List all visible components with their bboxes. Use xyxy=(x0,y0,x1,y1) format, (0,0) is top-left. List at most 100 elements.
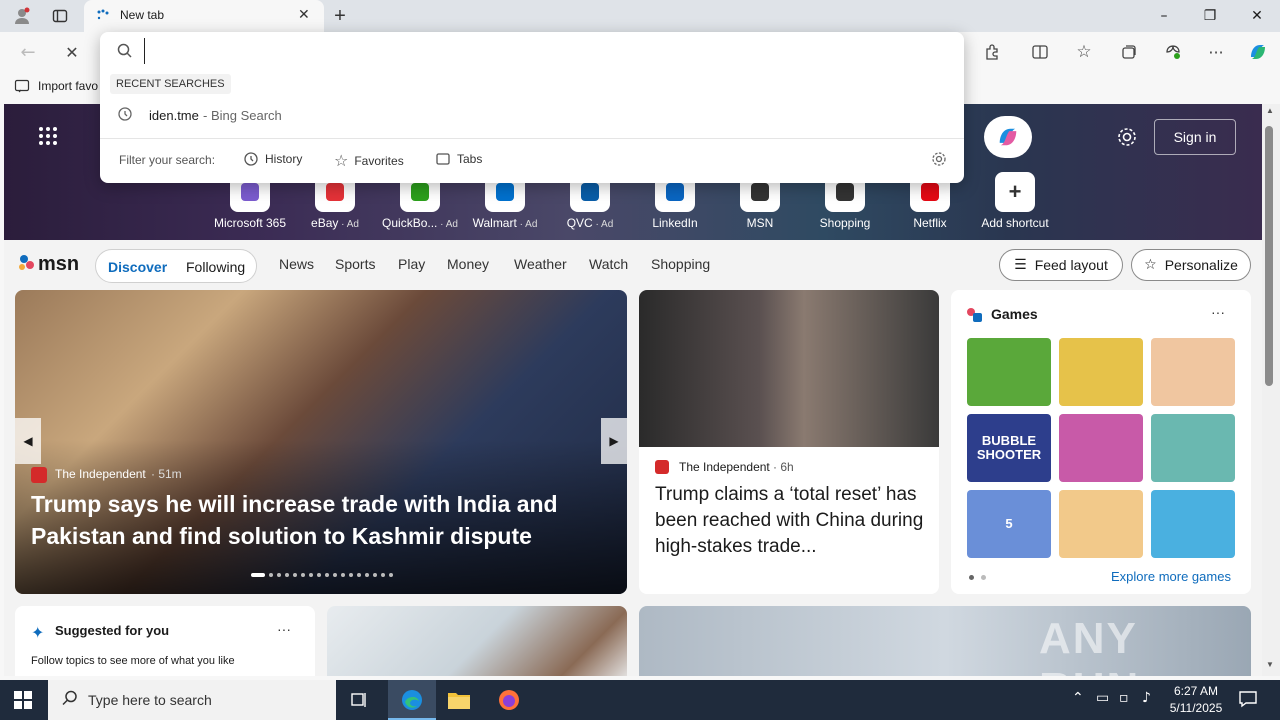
sign-in-button[interactable]: Sign in xyxy=(1154,119,1236,155)
recent-search-item[interactable]: iden.tme - Bing Search xyxy=(100,102,964,128)
carousel-dots xyxy=(251,573,401,577)
minimize-button[interactable]: – xyxy=(1141,0,1187,32)
shortcut-label-row: Microsoft 365 xyxy=(210,216,290,230)
filter-favorites-button[interactable]: ☆ Favorites xyxy=(334,151,404,170)
notifications-icon[interactable] xyxy=(1238,689,1258,714)
network-icon[interactable]: ▭ xyxy=(1096,690,1109,706)
news-card-image-3[interactable] xyxy=(327,606,627,676)
new-tab-page: Sign in Microsoft 365 eBay · Ad QuickBo...… xyxy=(4,104,1262,676)
sliders-icon: ☰ xyxy=(1014,257,1027,273)
game-tile[interactable]: 5 xyxy=(967,490,1051,558)
game-tile[interactable] xyxy=(1151,414,1235,482)
game-tile[interactable] xyxy=(967,338,1051,406)
collections-icon[interactable] xyxy=(1117,40,1141,64)
game-tile[interactable] xyxy=(1059,490,1143,558)
game-tile-text: 5 xyxy=(1005,516,1013,531)
tab-close-icon[interactable]: ✕ xyxy=(298,7,310,23)
address-input[interactable] xyxy=(144,38,944,64)
more-options-icon[interactable]: ··· xyxy=(1204,40,1228,64)
shortcut-label-row: QuickBo... · Ad xyxy=(380,216,460,230)
nav-money[interactable]: Money xyxy=(447,256,489,272)
personalize-button[interactable]: ☆ Personalize xyxy=(1131,249,1251,281)
carousel-prev-button[interactable]: ◀ xyxy=(15,418,41,464)
filter-tabs-button[interactable]: Tabs xyxy=(435,151,482,167)
back-icon[interactable]: ← xyxy=(16,40,40,64)
game-tile[interactable]: BUBBLE SHOOTER xyxy=(967,414,1051,482)
tab-new-tab[interactable]: New tab ✕ xyxy=(84,0,324,32)
task-view-icon[interactable] xyxy=(350,690,370,715)
profile-icon[interactable] xyxy=(12,6,32,26)
scroll-down-arrow[interactable]: ▼ xyxy=(1266,660,1274,669)
game-tile[interactable] xyxy=(1151,490,1235,558)
game-tile[interactable] xyxy=(1151,338,1235,406)
the-independent-icon xyxy=(655,460,669,474)
main-news-card[interactable]: ◀ ▶ The Independent · 51m Trump says he … xyxy=(15,290,627,594)
scroll-up-arrow[interactable]: ▲ xyxy=(1266,106,1274,115)
search-settings-gear-icon[interactable] xyxy=(931,151,947,172)
tab-following[interactable]: Following xyxy=(186,259,245,275)
shortcut-label-row: Shopping xyxy=(805,216,885,230)
tab-discover[interactable]: Discover xyxy=(108,259,167,275)
restore-button[interactable]: ❐ xyxy=(1187,0,1233,32)
wifi-icon[interactable]: ▫ xyxy=(1119,690,1129,706)
apps-grid-icon[interactable] xyxy=(38,126,58,151)
tabs-icon xyxy=(436,153,450,165)
main-card-headline[interactable]: Trump says he will increase trade with I… xyxy=(31,488,571,552)
plus-icon: + xyxy=(995,172,1035,212)
firefox-icon[interactable] xyxy=(497,688,521,717)
nav-sports[interactable]: Sports xyxy=(335,256,375,272)
clock-date[interactable]: 5/11/2025 xyxy=(1166,701,1226,715)
second-news-card[interactable]: The Independent · 6h Trump claims a ‘tot… xyxy=(639,290,939,594)
stop-loading-icon[interactable]: ✕ xyxy=(60,40,84,64)
tab-actions-icon[interactable] xyxy=(50,6,70,26)
nav-watch[interactable]: Watch xyxy=(589,256,628,272)
browser-essentials-icon[interactable] xyxy=(1161,40,1185,64)
games-card: Games ··· BUBBLE SHOOTER 5 Explore more g… xyxy=(951,290,1251,594)
msn-logo[interactable]: msn xyxy=(16,251,84,280)
copilot-icon[interactable] xyxy=(1246,40,1270,64)
shortcut-label-row: MSN xyxy=(720,216,800,230)
new-tab-icon[interactable]: + xyxy=(330,5,350,27)
main-card-source: The Independent xyxy=(55,467,146,481)
nav-weather[interactable]: Weather xyxy=(514,256,567,272)
nav-shopping[interactable]: Shopping xyxy=(651,256,710,272)
shortcut-label-row: Walmart · Ad xyxy=(465,216,545,230)
games-more-icon[interactable]: ··· xyxy=(1211,304,1225,320)
feed-layout-button[interactable]: ☰ Feed layout xyxy=(999,249,1123,281)
carousel-next-button[interactable]: ▶ xyxy=(601,418,627,464)
nav-play[interactable]: Play xyxy=(398,256,425,272)
file-explorer-icon[interactable] xyxy=(447,689,471,716)
tray-chevron-icon[interactable]: ⌃ xyxy=(1072,690,1084,706)
extensions-icon[interactable] xyxy=(980,40,1004,64)
page-dot-active[interactable] xyxy=(969,575,974,580)
copilot-search-icon[interactable] xyxy=(984,116,1032,158)
shortcut-ad-label: · Ad xyxy=(437,219,458,230)
page-dot[interactable] xyxy=(981,575,986,580)
taskbar-edge-button[interactable] xyxy=(388,680,436,720)
explore-more-games-link[interactable]: Explore more games xyxy=(1111,569,1231,584)
filter-history-button[interactable]: History xyxy=(243,151,302,167)
news-card-image-4[interactable]: ANY RUN xyxy=(639,606,1251,676)
shortcut-label-row: eBay · Ad xyxy=(295,216,375,230)
sparkle-icon: ☆ xyxy=(1144,257,1157,273)
game-tile[interactable] xyxy=(1059,338,1143,406)
shortcut-ad-label: · Ad xyxy=(516,219,538,230)
scrollbar-thumb[interactable] xyxy=(1265,126,1273,386)
filter-tabs-label: Tabs xyxy=(457,152,483,166)
settings-gear-icon[interactable] xyxy=(1116,126,1138,153)
split-screen-icon[interactable] xyxy=(1028,40,1052,64)
close-window-button[interactable]: ✕ xyxy=(1234,0,1280,32)
clock-time[interactable]: 6:27 AM xyxy=(1168,684,1224,698)
second-card-headline[interactable]: Trump claims a ‘total reset’ has been re… xyxy=(655,482,927,560)
suggested-title: Suggested for you xyxy=(55,623,170,638)
suggested-more-icon[interactable]: ··· xyxy=(277,621,291,637)
nav-news[interactable]: News xyxy=(279,256,314,272)
import-favorites-link[interactable]: Import favo xyxy=(38,79,98,93)
favorites-star-icon[interactable]: ☆ xyxy=(1072,40,1096,64)
volume-icon[interactable]: ♪ xyxy=(1142,690,1151,706)
second-card-source: The Independent xyxy=(679,460,770,474)
taskbar-search-box[interactable]: Type here to search xyxy=(48,680,336,720)
shortcut-tile[interactable]: + Add shortcut xyxy=(975,172,1055,232)
windows-start-icon[interactable] xyxy=(14,691,32,714)
game-tile[interactable] xyxy=(1059,414,1143,482)
